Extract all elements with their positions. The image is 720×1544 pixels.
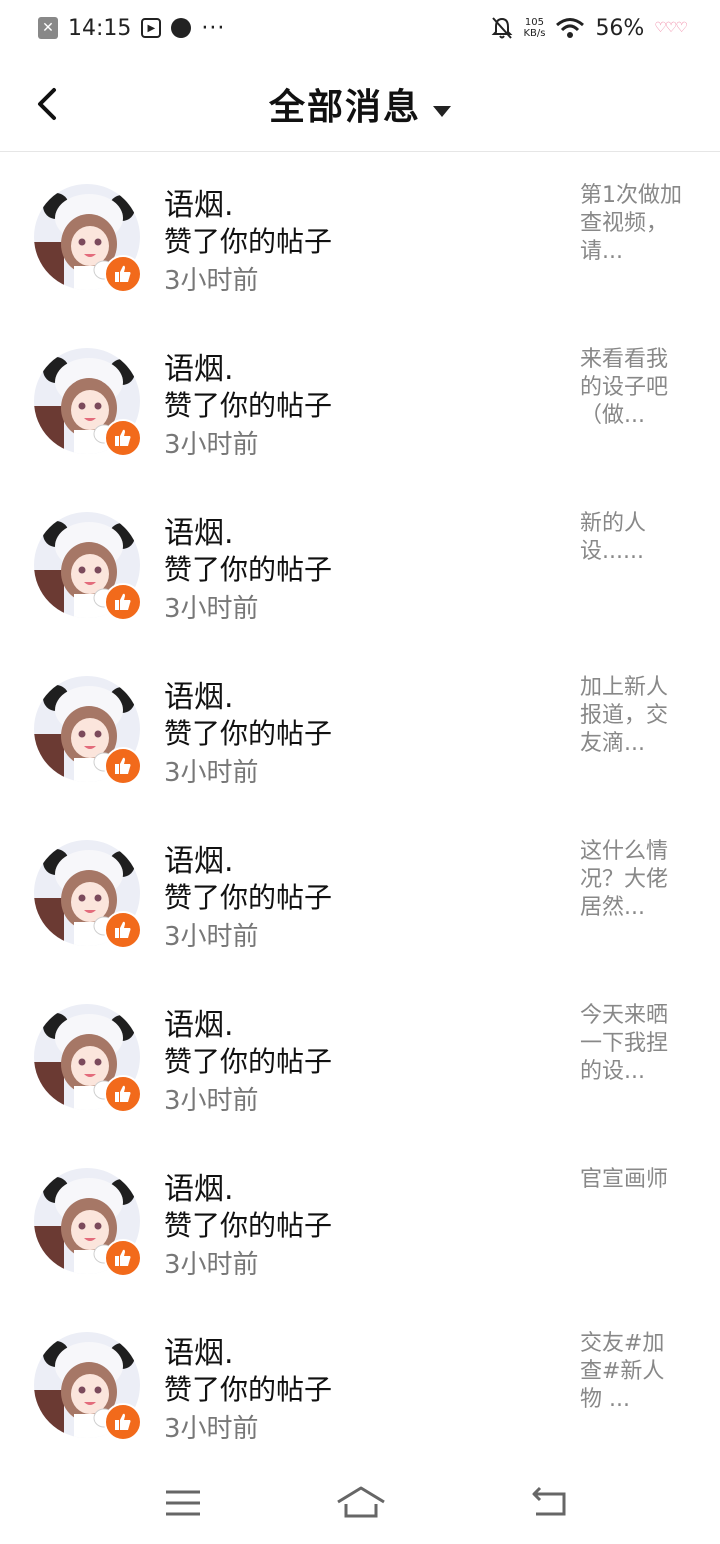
message-item[interactable]: 语烟. 赞了你的帖子 3小时前 新的人设...... xyxy=(0,480,720,644)
thumbs-up-icon xyxy=(115,1413,131,1430)
post-preview[interactable]: 加上新人报道，交友滴... xyxy=(580,674,686,758)
bell-muted-icon xyxy=(492,17,513,39)
timestamp: 3小时前 xyxy=(164,1086,259,1116)
play-notification-icon: ▶ xyxy=(141,18,162,38)
menu-icon xyxy=(166,1490,200,1516)
post-preview[interactable]: 第1次做加查视频，请... xyxy=(580,182,686,266)
thumbs-up-icon xyxy=(115,593,131,610)
like-badge xyxy=(104,1239,142,1277)
like-badge xyxy=(104,911,142,949)
message-item[interactable]: 语烟. 赞了你的帖子 3小时前 第1次做加查视频，请... xyxy=(0,152,720,316)
nav-back-button[interactable] xyxy=(526,1484,576,1524)
message-item[interactable]: 语烟. 赞了你的帖子 3小时前 交友#加查#新人物 ... xyxy=(0,1300,720,1464)
timestamp: 3小时前 xyxy=(164,430,259,460)
message-item[interactable]: 语烟. 赞了你的帖子 3小时前 这什么情况？大佬居然... xyxy=(0,808,720,972)
message-list: 语烟. 赞了你的帖子 3小时前 第1次做加查视频，请... 语烟. 赞了你的帖子… xyxy=(0,152,720,1464)
action-text: 赞了你的帖子 xyxy=(164,389,333,422)
user-name[interactable]: 语烟. xyxy=(164,1164,234,1208)
caret-down-icon xyxy=(433,106,451,117)
thumbs-up-icon xyxy=(115,1249,131,1266)
status-bar: ✕ 14:15 ▶ ··· 105 KB/s 56% ♡♡♡ xyxy=(0,0,720,56)
post-preview[interactable]: 新的人设...... xyxy=(580,510,686,566)
user-name[interactable]: 语烟. xyxy=(164,344,234,388)
timestamp: 3小时前 xyxy=(164,758,259,788)
nav-home-button[interactable] xyxy=(334,1484,388,1524)
status-time: 14:15 xyxy=(68,15,132,41)
user-name[interactable]: 语烟. xyxy=(164,1328,234,1372)
post-preview[interactable]: 今天来晒一下我捏的设... xyxy=(580,1002,686,1086)
like-badge xyxy=(104,583,142,621)
message-item[interactable]: 语烟. 赞了你的帖子 3小时前 官宣画师 xyxy=(0,1136,720,1300)
back-arrow-icon xyxy=(532,1486,566,1516)
action-text: 赞了你的帖子 xyxy=(164,1045,333,1078)
user-name[interactable]: 语烟. xyxy=(164,836,234,880)
more-notifications-indicator: ··· xyxy=(201,15,226,41)
notification-x-icon: ✕ xyxy=(38,17,58,39)
app-notification-icon xyxy=(171,18,192,38)
nav-menu-button[interactable] xyxy=(158,1484,208,1524)
like-badge xyxy=(104,255,142,293)
battery-percent: 56% xyxy=(595,15,645,41)
post-preview[interactable]: 来看看我的设子吧（做... xyxy=(580,346,686,430)
user-name[interactable]: 语烟. xyxy=(164,180,234,224)
post-preview[interactable]: 交友#加查#新人物 ... xyxy=(580,1330,686,1414)
thumbs-up-icon xyxy=(115,1085,131,1102)
thumbs-up-icon xyxy=(115,429,131,446)
top-app-bar: 全部消息 xyxy=(0,56,720,152)
wifi-icon xyxy=(556,18,585,38)
message-filter-dropdown[interactable]: 全部消息 xyxy=(0,78,720,130)
pig-sticker-icon: ♡♡♡ xyxy=(654,20,688,36)
user-name[interactable]: 语烟. xyxy=(164,672,234,716)
action-text: 赞了你的帖子 xyxy=(164,225,333,258)
system-navigation-bar xyxy=(0,1462,720,1544)
thumbs-up-icon xyxy=(115,265,131,282)
timestamp: 3小时前 xyxy=(164,922,259,952)
timestamp: 3小时前 xyxy=(164,266,259,296)
thumbs-up-icon xyxy=(115,921,131,938)
timestamp: 3小时前 xyxy=(164,1414,259,1444)
message-item[interactable]: 语烟. 赞了你的帖子 3小时前 今天来晒一下我捏的设... xyxy=(0,972,720,1136)
like-badge xyxy=(104,747,142,785)
action-text: 赞了你的帖子 xyxy=(164,1209,333,1242)
action-text: 赞了你的帖子 xyxy=(164,717,333,750)
like-badge xyxy=(104,419,142,457)
timestamp: 3小时前 xyxy=(164,594,259,624)
action-text: 赞了你的帖子 xyxy=(164,881,333,914)
like-badge xyxy=(104,1075,142,1113)
post-preview[interactable]: 官宣画师 xyxy=(580,1166,686,1194)
home-icon xyxy=(337,1486,385,1518)
post-preview[interactable]: 这什么情况？大佬居然... xyxy=(580,838,686,922)
timestamp: 3小时前 xyxy=(164,1250,259,1280)
user-name[interactable]: 语烟. xyxy=(164,1000,234,1044)
action-text: 赞了你的帖子 xyxy=(164,1373,333,1406)
message-item[interactable]: 语烟. 赞了你的帖子 3小时前 加上新人报道，交友滴... xyxy=(0,644,720,808)
message-item[interactable]: 语烟. 赞了你的帖子 3小时前 来看看我的设子吧（做... xyxy=(0,316,720,480)
user-name[interactable]: 语烟. xyxy=(164,508,234,552)
status-bar-right: 105 KB/s 56% ♡♡♡ xyxy=(491,15,688,41)
network-speed: 105 KB/s xyxy=(523,17,546,39)
action-text: 赞了你的帖子 xyxy=(164,553,333,586)
thumbs-up-icon xyxy=(115,757,131,774)
status-bar-left: ✕ 14:15 ▶ ··· xyxy=(38,16,225,41)
like-badge xyxy=(104,1403,142,1441)
page-title: 全部消息 xyxy=(268,87,421,128)
